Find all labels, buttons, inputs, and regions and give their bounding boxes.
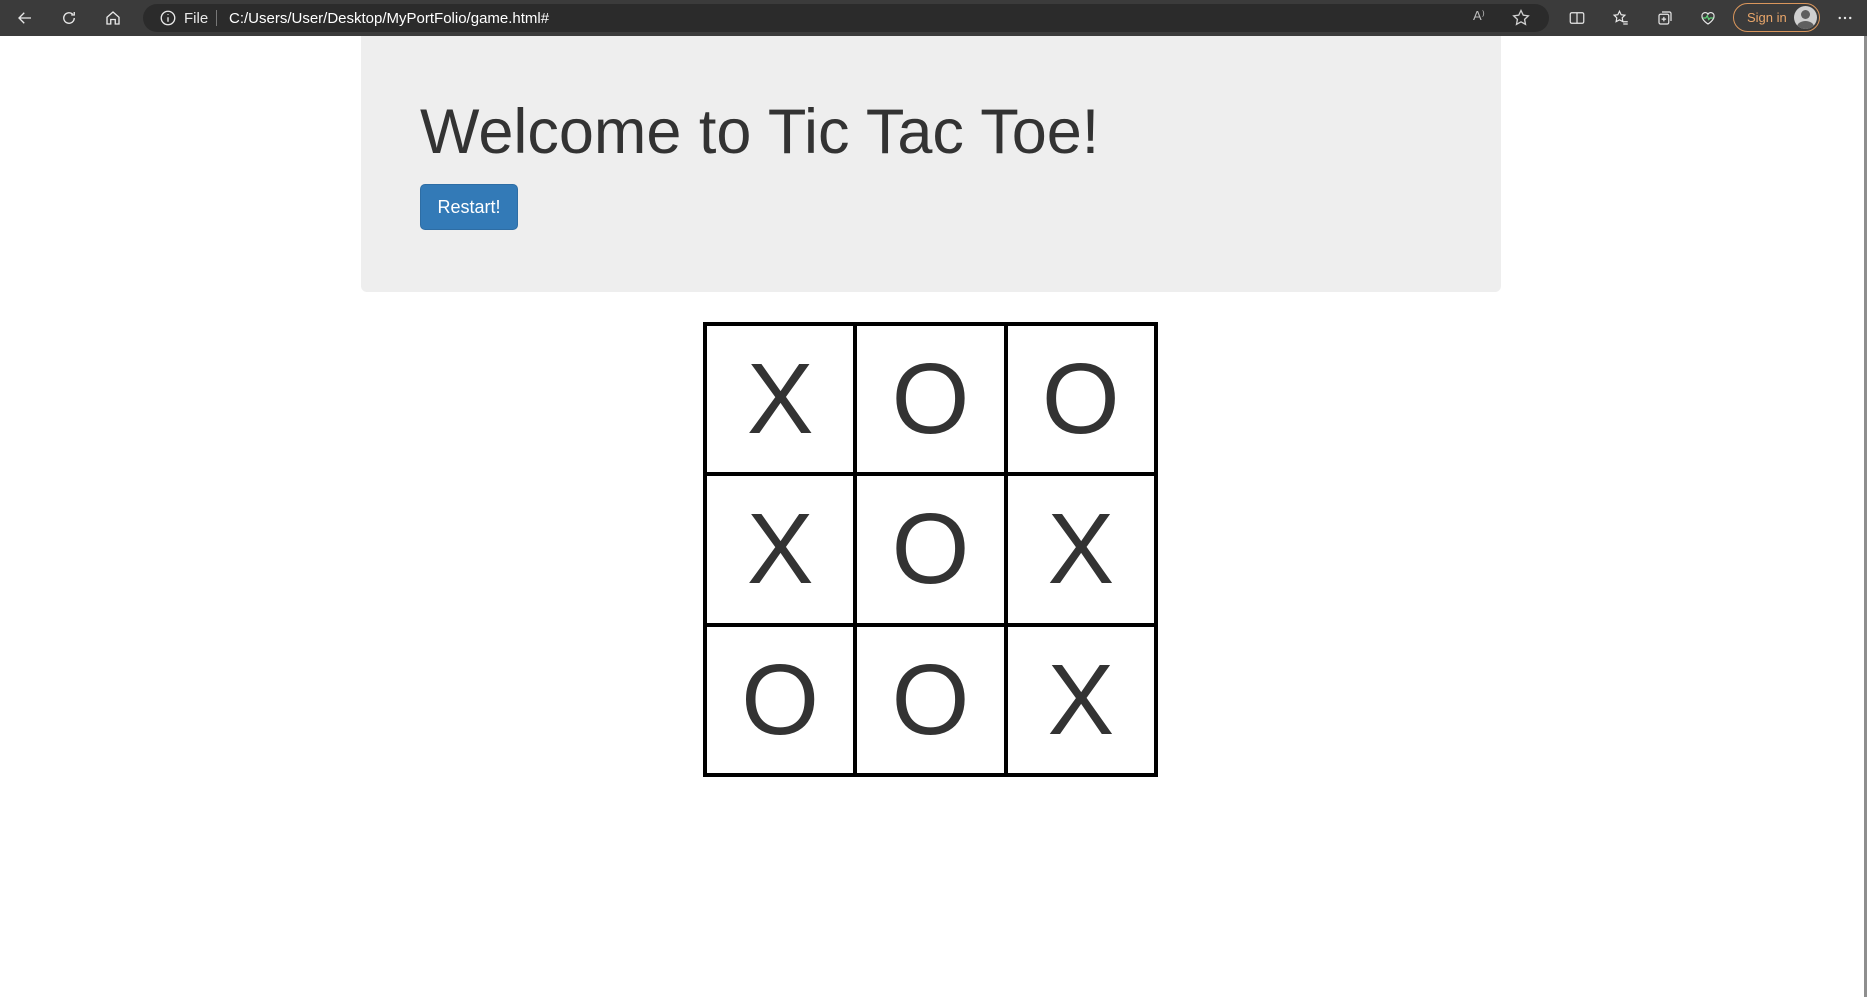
refresh-icon[interactable] — [53, 2, 85, 34]
address-divider — [216, 10, 217, 26]
collections-icon[interactable] — [1649, 2, 1681, 34]
browser-toolbar: File C:/Users/User/Desktop/MyPortFolio/g… — [0, 0, 1867, 36]
board-cell-7[interactable]: O — [705, 624, 856, 775]
board-cell-2[interactable]: O — [855, 324, 1006, 475]
sign-in-button[interactable]: Sign in — [1733, 3, 1820, 32]
address-url[interactable]: C:/Users/User/Desktop/MyPortFolio/game.h… — [229, 10, 549, 27]
address-scheme-label: File — [184, 10, 209, 27]
board-cell-5[interactable]: O — [855, 474, 1006, 625]
restart-button[interactable]: Restart! — [420, 184, 518, 230]
back-icon[interactable] — [9, 2, 41, 34]
favorites-icon[interactable] — [1605, 2, 1637, 34]
browser-essentials-icon[interactable] — [1692, 2, 1724, 34]
read-aloud-icon[interactable]: A⁾ — [1473, 8, 1493, 28]
info-icon[interactable] — [159, 9, 177, 27]
more-options-icon[interactable] — [1829, 2, 1861, 34]
split-screen-icon[interactable] — [1561, 2, 1593, 34]
board-cell-9[interactable]: X — [1005, 624, 1156, 775]
tic-tac-toe-board: X O O X O X O O X — [703, 322, 1158, 777]
board-cell-8[interactable]: O — [855, 624, 1006, 775]
page-title: Welcome to Tic Tac Toe! — [420, 97, 1100, 167]
board-cell-4[interactable]: X — [705, 474, 856, 625]
address-bar[interactable]: File C:/Users/User/Desktop/MyPortFolio/g… — [143, 4, 1549, 32]
profile-avatar-icon — [1794, 6, 1817, 29]
board-cell-6[interactable]: X — [1005, 474, 1156, 625]
board-cell-3[interactable]: O — [1005, 324, 1156, 475]
board-cell-1[interactable]: X — [705, 324, 856, 475]
home-icon[interactable] — [97, 2, 129, 34]
favorite-star-icon[interactable] — [1511, 8, 1531, 28]
header-jumbotron: Welcome to Tic Tac Toe! Restart! — [361, 36, 1501, 292]
sign-in-label: Sign in — [1747, 10, 1787, 25]
